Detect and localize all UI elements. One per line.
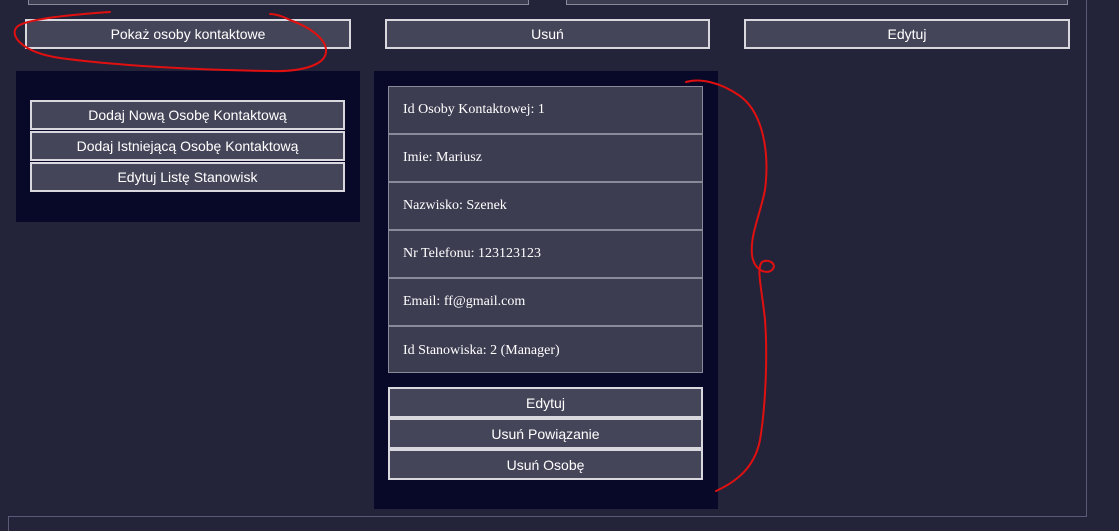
- position-id-field: Id Stanowiska: 2 (Manager): [403, 342, 560, 358]
- delete-button[interactable]: Usuń: [385, 19, 710, 49]
- email-field: Email: ff@gmail.com: [389, 279, 702, 327]
- top-input-right[interactable]: [566, 0, 1068, 5]
- show-contacts-button[interactable]: Pokaż osoby kontaktowe: [25, 19, 351, 49]
- add-existing-contact-button[interactable]: Dodaj Istniejącą Osobę Kontaktową: [30, 131, 345, 161]
- edit-contact-button[interactable]: Edytuj: [388, 387, 703, 418]
- contact-info-box: Id Osoby Kontaktowej: 1 Imie: Mariusz Na…: [388, 86, 703, 373]
- remove-link-button[interactable]: Usuń Powiązanie: [388, 418, 703, 449]
- add-new-contact-button[interactable]: Dodaj Nową Osobę Kontaktową: [30, 100, 345, 130]
- frame-divider-right: [1086, 0, 1087, 517]
- delete-person-button[interactable]: Usuń Osobę: [388, 449, 703, 480]
- last-name-field: Nazwisko: Szenek: [389, 183, 702, 231]
- phone-field: Nr Telefonu: 123123123: [389, 231, 702, 279]
- edit-positions-button[interactable]: Edytuj Listę Stanowisk: [30, 162, 345, 192]
- app-page: Pokaż osoby kontaktowe Usuń Edytuj Dodaj…: [0, 0, 1119, 531]
- frame-divider-bottom: [8, 516, 1087, 517]
- frame-divider-left: [8, 516, 9, 531]
- top-input-left[interactable]: [28, 0, 529, 5]
- edit-button[interactable]: Edytuj: [744, 19, 1070, 49]
- contact-id-field: Id Osoby Kontaktowej: 1: [389, 87, 702, 135]
- first-name-field: Imie: Mariusz: [389, 135, 702, 183]
